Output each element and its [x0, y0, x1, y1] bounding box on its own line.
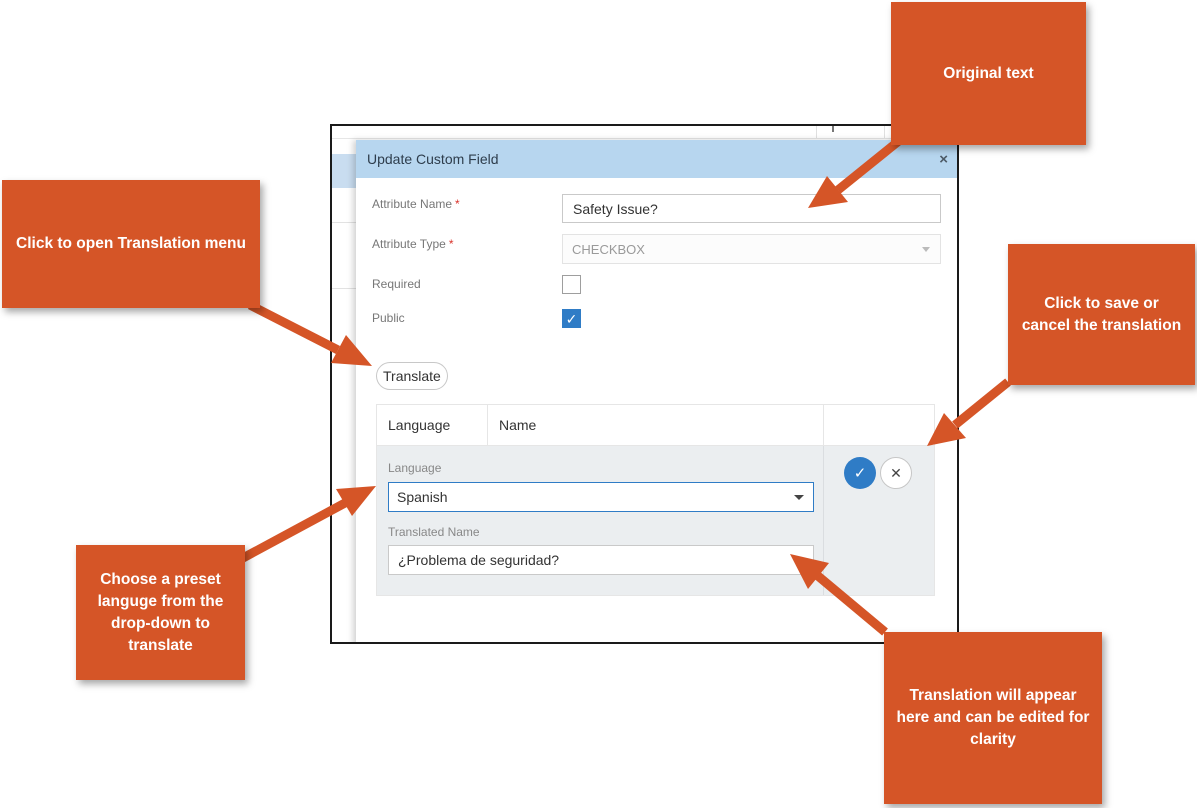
translation-table: Language Name Language Spanish Translate… [376, 404, 935, 596]
translate-button[interactable]: Translate [376, 362, 448, 390]
background-table-line [332, 138, 957, 139]
translation-table-header: Language Name [377, 405, 934, 446]
attribute-name-input[interactable] [562, 194, 941, 223]
screenshot-frame: Update Custom Field × Attribute Name* At… [330, 124, 959, 644]
column-header-language: Language [388, 417, 451, 433]
attribute-type-select: CHECKBOX [562, 234, 941, 264]
callout-save-cancel: Click to save or cancel the translation [1008, 244, 1195, 385]
background-tick [832, 126, 834, 132]
dialog-title: Update Custom Field [367, 151, 499, 167]
annotated-screenshot: Update Custom Field × Attribute Name* At… [0, 0, 1197, 808]
required-marker: * [455, 197, 460, 211]
attribute-type-value: CHECKBOX [572, 241, 645, 257]
background-row-line [332, 222, 358, 223]
callout-translation-appears: Translation will appear here and can be … [884, 632, 1102, 804]
checkmark-icon: ✓ [565, 310, 578, 327]
save-translation-button[interactable]: ✓ [844, 457, 876, 489]
background-column-divider [816, 126, 817, 138]
close-icon[interactable]: × [939, 152, 948, 167]
attribute-type-label: Attribute Type * [372, 237, 454, 251]
attribute-name-label-text: Attribute Name [372, 197, 453, 211]
close-icon: ✕ [890, 465, 902, 481]
column-divider [823, 405, 824, 445]
callout-original-text: Original text [891, 2, 1086, 145]
callout-open-translation: Click to open Translation menu [2, 180, 260, 308]
translation-edit-row: Language Spanish Translated Name ✓ ✕ [377, 446, 934, 595]
background-selected-row [332, 154, 358, 188]
background-row-line [332, 288, 358, 289]
cancel-translation-button[interactable]: ✕ [880, 457, 912, 489]
chevron-down-icon [922, 247, 930, 252]
column-divider [823, 446, 824, 595]
dialog-header: Update Custom Field × [356, 140, 957, 178]
public-label: Public [372, 311, 405, 325]
required-marker: * [448, 237, 454, 251]
checkmark-icon: ✓ [853, 464, 867, 482]
attribute-name-label: Attribute Name * [372, 197, 460, 211]
language-label: Language [388, 461, 442, 475]
translated-name-label: Translated Name [388, 525, 480, 539]
background-column-divider [884, 126, 885, 138]
language-select-value: Spanish [397, 489, 448, 505]
attribute-type-label-text: Attribute Type [372, 237, 446, 251]
update-custom-field-dialog: Update Custom Field × Attribute Name* At… [356, 140, 957, 642]
language-select[interactable]: Spanish [388, 482, 814, 512]
column-header-name: Name [499, 417, 537, 433]
public-checkbox[interactable]: ✓ [562, 309, 581, 328]
translated-name-input[interactable] [388, 545, 814, 575]
callout-choose-language: Choose a preset languge from the drop-do… [76, 545, 245, 680]
required-label: Required [372, 277, 421, 291]
chevron-down-icon [794, 495, 804, 500]
required-checkbox[interactable] [562, 275, 581, 294]
